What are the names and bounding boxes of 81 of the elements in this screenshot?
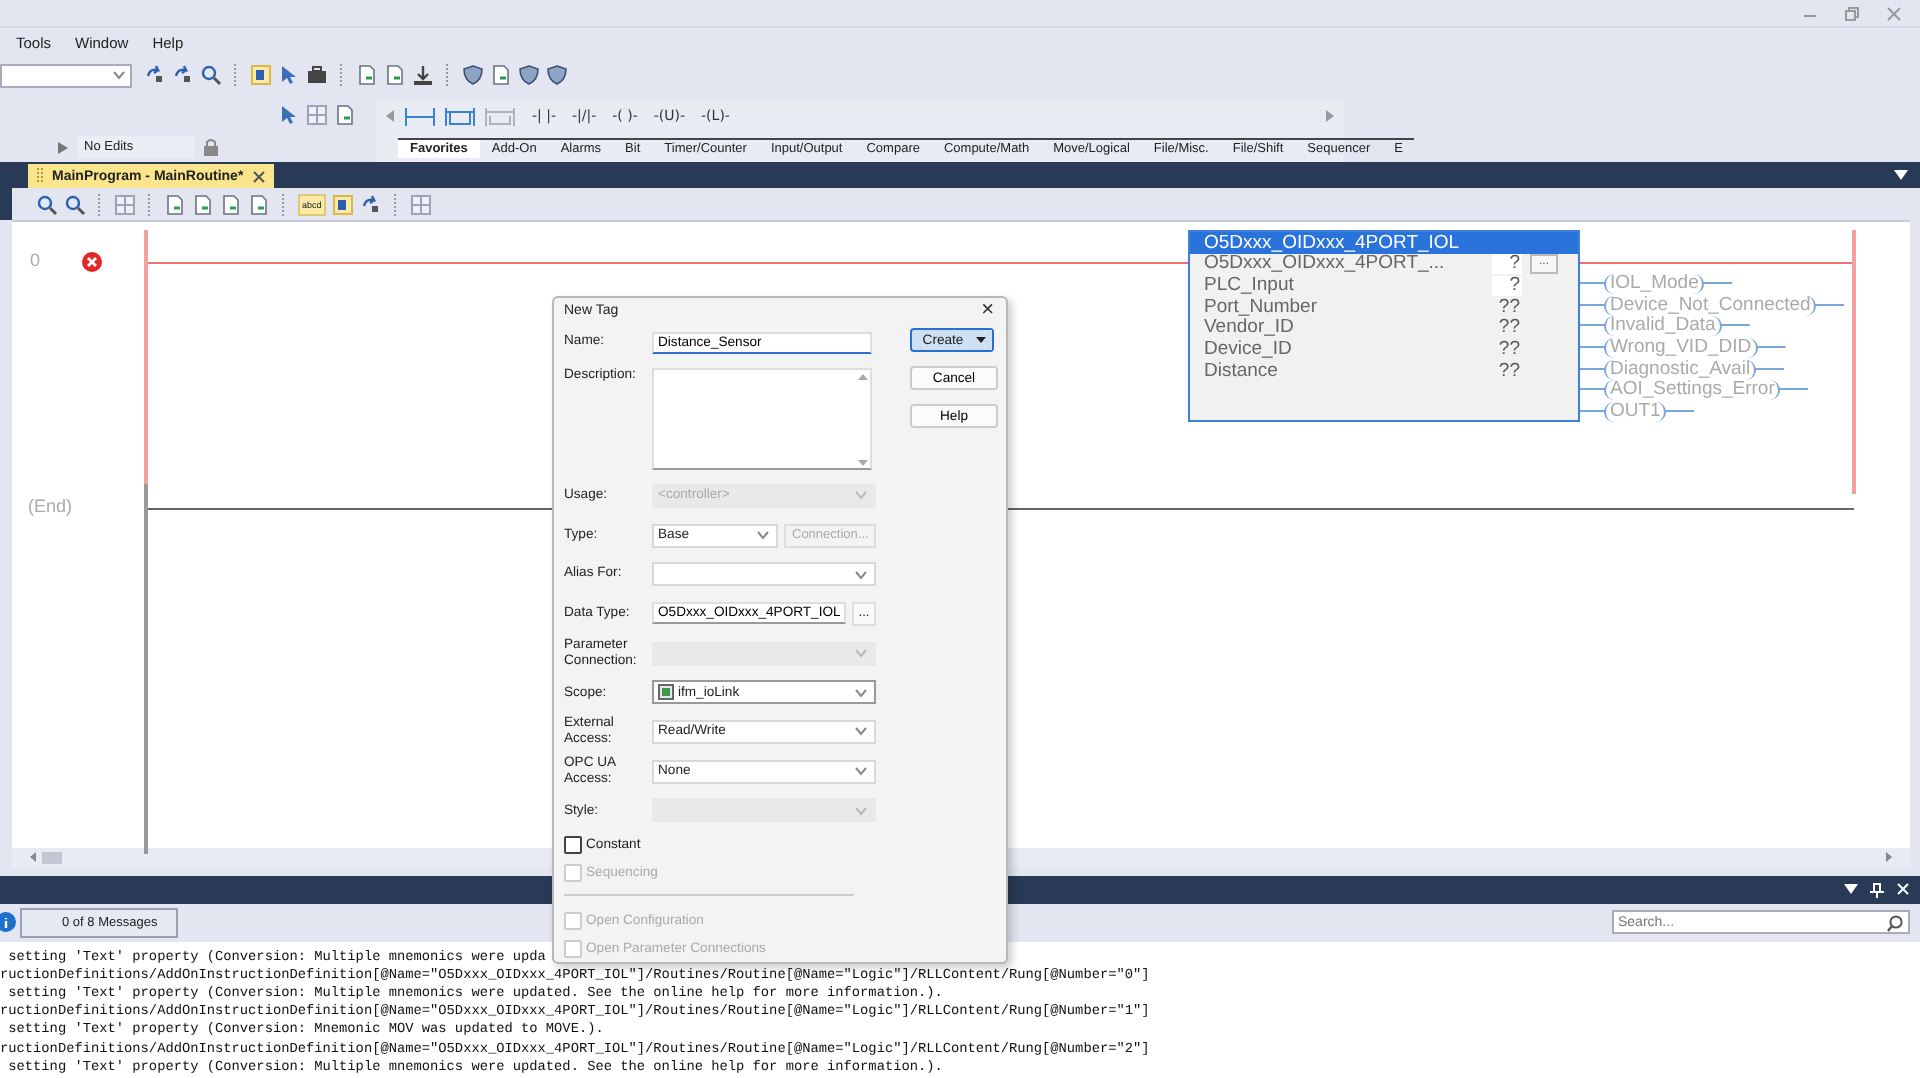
chevron-icon — [854, 766, 868, 777]
output-coil: Device_Not_Connected — [1580, 295, 1845, 316]
output-coil: Invalid_Data — [1580, 315, 1750, 336]
document-icon[interactable] — [384, 64, 406, 87]
grid-icon[interactable] — [306, 103, 328, 126]
shield-icon[interactable] — [546, 64, 568, 87]
parameter-name: Device_ID — [1204, 340, 1294, 361]
document-icon[interactable] — [192, 193, 214, 216]
scroll-right-icon[interactable] — [1324, 108, 1336, 125]
document-icon[interactable] — [164, 193, 186, 216]
magnifier-icon[interactable] — [36, 193, 58, 216]
parameter-name: Port_Number — [1204, 297, 1319, 318]
output-coil: IOL_Mode — [1580, 273, 1733, 294]
document-icon[interactable] — [356, 64, 378, 87]
chevron-icon — [112, 70, 126, 81]
magnifier-icon[interactable] — [200, 64, 222, 87]
vertical-scrollbar[interactable] — [856, 370, 870, 470]
lock-icon — [202, 138, 220, 157]
chevron-icon — [854, 648, 868, 659]
arrow-icon[interactable] — [144, 64, 166, 87]
scroll-left-icon[interactable] — [28, 850, 38, 865]
pointer-icon[interactable] — [278, 103, 300, 126]
dropdown-field[interactable] — [652, 562, 876, 587]
parameter-name: Distance — [1204, 361, 1280, 382]
instruction-title: O5Dxxx_OIDxxx_4PORT_IOL — [1190, 231, 1578, 254]
branch-icon[interactable] — [444, 107, 476, 126]
chevron-icon — [854, 687, 868, 698]
close-icon[interactable] — [251, 169, 266, 184]
parameter-value: ?? — [1496, 297, 1522, 318]
shield-icon[interactable] — [462, 64, 484, 87]
play-icon[interactable] — [56, 139, 70, 156]
dropdown-field[interactable] — [0, 63, 132, 88]
chevron-icon — [854, 569, 868, 580]
document-icon[interactable] — [248, 193, 270, 216]
shield-icon[interactable] — [518, 64, 540, 87]
arrow-icon[interactable] — [359, 193, 382, 216]
pointer-icon[interactable] — [278, 64, 300, 87]
rung-icon[interactable] — [404, 107, 436, 126]
grid-icon[interactable] — [114, 193, 136, 216]
scroll-left-icon[interactable] — [384, 108, 396, 125]
parameter-value: ?? — [1496, 361, 1522, 382]
text-area[interactable] — [652, 368, 872, 470]
branch-level-icon[interactable] — [484, 107, 516, 126]
parameter-name: O5Dxxx_OIDxxx_4PORT_... — [1204, 254, 1447, 275]
document-icon[interactable] — [490, 64, 512, 87]
rung-number: 0 — [30, 249, 41, 270]
grid-icon[interactable] — [409, 193, 432, 216]
pin-icon[interactable] — [1870, 881, 1884, 898]
output-coil: OUT1 — [1580, 401, 1695, 422]
document-icon[interactable] — [334, 103, 356, 126]
parameter-value: ?? — [1496, 340, 1522, 361]
magnifier-icon[interactable] — [64, 193, 86, 216]
chevron-icon — [854, 726, 868, 737]
document-icon[interactable] — [220, 193, 242, 216]
chevron-icon — [756, 530, 770, 541]
briefcase-icon[interactable] — [306, 64, 328, 87]
info-icon — [0, 912, 16, 933]
arrow-icon[interactable] — [172, 64, 194, 87]
controller-icon — [658, 684, 674, 701]
parameter-value: ?? — [1496, 318, 1522, 339]
parameter-name: PLC_Input — [1204, 275, 1296, 296]
output-coil: AOI_Settings_Error — [1580, 379, 1809, 400]
parameter-name: Vendor_ID — [1204, 318, 1296, 339]
close-button[interactable]: × — [981, 298, 994, 322]
search-icon — [1886, 913, 1904, 932]
restore-icon[interactable] — [1844, 5, 1860, 22]
chevron-icon — [854, 490, 868, 501]
end-marker: (End) — [28, 495, 73, 516]
download-icon[interactable] — [412, 64, 434, 87]
output-coil: Wrong_VID_DID — [1580, 337, 1786, 358]
chevron-icon — [854, 805, 868, 816]
parameter-value: ? — [1492, 254, 1522, 275]
scroll-thumb[interactable] — [42, 851, 62, 864]
selection-icon[interactable] — [331, 193, 354, 216]
selection-icon[interactable] — [250, 64, 272, 87]
output-coil: Diagnostic_Avail — [1580, 359, 1785, 380]
grip-icon — [36, 168, 44, 185]
parameter-value: ? — [1492, 275, 1522, 296]
dropdown-icon[interactable] — [1844, 884, 1858, 895]
dropdown-icon[interactable] — [1894, 170, 1908, 181]
scroll-right-icon[interactable] — [1884, 850, 1894, 865]
